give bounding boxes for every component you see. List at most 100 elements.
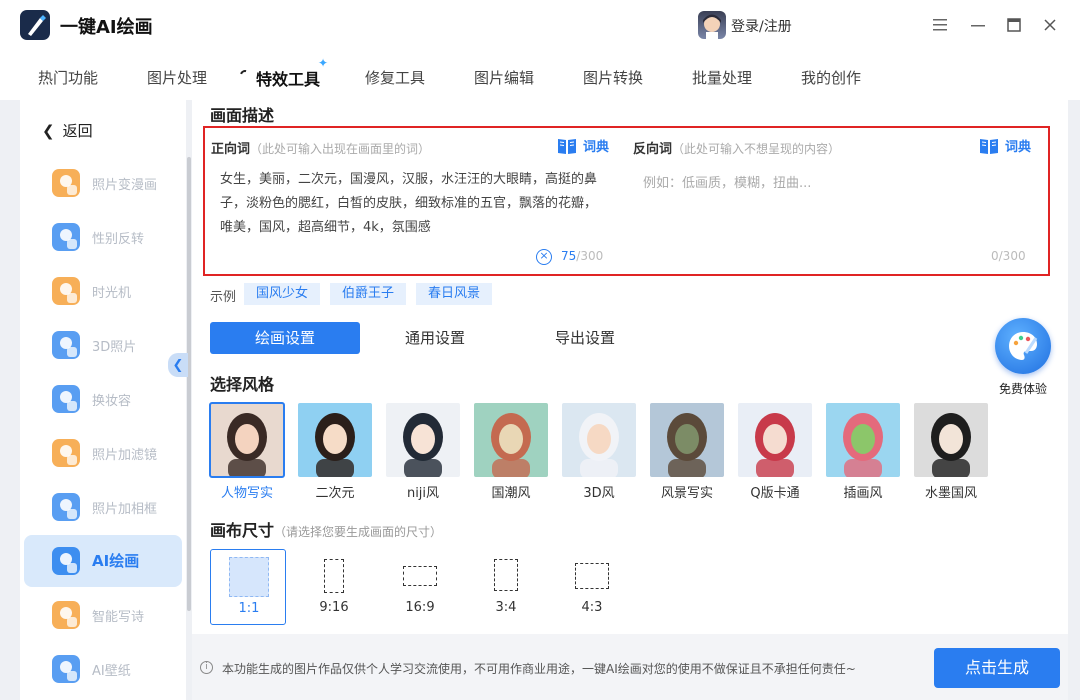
style-label: 二次元 xyxy=(315,486,355,501)
sidebar-item-label: AI绘画 xyxy=(92,552,140,570)
sidebar-item-label: 换妆容 xyxy=(92,394,132,409)
sidebar-item-frame[interactable]: 照片加相框 xyxy=(24,481,182,533)
tab-general-settings[interactable]: 通用设置 xyxy=(360,322,510,354)
book-icon xyxy=(980,138,998,154)
ratio-shape xyxy=(494,559,518,591)
positive-dict-button[interactable]: 词典 xyxy=(557,136,609,155)
style-title: 选择风格 xyxy=(210,375,275,394)
cartoon-icon xyxy=(52,169,80,197)
style-label: 插画风 xyxy=(843,486,883,501)
generate-button[interactable]: 点击生成 xyxy=(934,648,1060,688)
sidebar-item-filter[interactable]: 照片加滤镜 xyxy=(24,427,182,479)
positive-prompt-input[interactable]: 女生，美丽，二次元，国漫风，汉服，水汪汪的大眼睛，高挺的鼻子，淡粉色的腮红，白皙… xyxy=(220,168,605,240)
style-label: 人物写实 xyxy=(220,486,273,501)
canvas-title-text: 画布尺寸 xyxy=(210,521,275,540)
example-chip[interactable]: 国风少女 xyxy=(244,283,321,305)
example-chip[interactable]: 春日风景 xyxy=(416,283,493,305)
tab-image-convert[interactable]: 图片转换 xyxy=(583,67,643,88)
ratio-option[interactable]: 4:3 xyxy=(554,549,630,625)
ratio-option[interactable]: 1:1 xyxy=(210,549,286,625)
hamburger-icon[interactable] xyxy=(928,13,952,37)
clear-icon[interactable]: × xyxy=(536,249,552,265)
ratio-option[interactable]: 16:9 xyxy=(382,549,458,625)
ratio-shape xyxy=(229,557,269,597)
style-option[interactable]: 二次元 xyxy=(298,403,372,501)
free-trial-label: 免费体验 xyxy=(998,382,1047,396)
sidebar-item-poem[interactable]: 智能写诗 xyxy=(24,589,182,641)
paint-palette-icon xyxy=(995,318,1051,374)
minimize-icon[interactable] xyxy=(966,13,990,37)
chevron-left-icon: ❮ xyxy=(42,122,55,140)
sidebar-item-time-machine[interactable]: 时光机 xyxy=(24,265,182,317)
sidebar-item-3d-photo[interactable]: 3D照片 xyxy=(24,319,182,371)
sidebar-item-gender-swap[interactable]: 性别反转 xyxy=(24,211,182,263)
style-option[interactable]: 人物写实 xyxy=(209,402,285,501)
tab-batch[interactable]: 批量处理 xyxy=(692,67,752,88)
chevron-left-icon: ❮ xyxy=(172,357,184,373)
style-option[interactable]: 插画风 xyxy=(826,403,900,501)
style-option[interactable]: 水墨国风 xyxy=(914,403,988,501)
maximize-icon[interactable] xyxy=(1002,13,1026,37)
example-chip[interactable]: 伯爵王子 xyxy=(330,283,407,305)
prompt-box: 正向词（此处可输入出现在画面里的词） 词典 女生，美丽，二次元，国漫风，汉服，水… xyxy=(203,126,1050,276)
gender-swap-icon xyxy=(52,223,80,251)
style-thumbnail xyxy=(209,402,285,478)
makeup-icon xyxy=(52,385,80,413)
sidebar-item-label: 照片变漫画 xyxy=(92,178,158,193)
tab-repair[interactable]: 修复工具 xyxy=(365,67,425,88)
style-option[interactable]: Q版卡通 xyxy=(738,403,812,501)
tab-effects[interactable]: 特效工具 xyxy=(256,66,320,90)
style-thumbnail xyxy=(474,403,548,477)
ratio-label: 9:16 xyxy=(319,600,349,615)
negative-hint: （此处可输入不想呈现的内容） xyxy=(672,142,841,156)
tab-image-process[interactable]: 图片处理 xyxy=(147,67,207,88)
tab-paint-settings[interactable]: 绘画设置 xyxy=(210,322,360,354)
negative-prompt-input[interactable]: 例如：低画质，模糊，扭曲... xyxy=(643,172,811,191)
positive-count-value: 75 xyxy=(561,249,577,263)
back-button[interactable]: ❮ 返回 xyxy=(42,120,93,141)
sidebar-item-makeup[interactable]: 换妆容 xyxy=(24,373,182,425)
description-title: 画面描述 xyxy=(210,106,275,125)
ratio-option[interactable]: 3:4 xyxy=(468,549,544,625)
tab-hot[interactable]: 热门功能 xyxy=(38,67,98,88)
ratio-shape xyxy=(324,559,344,593)
sidebar-item-cartoon[interactable]: 照片变漫画 xyxy=(24,157,182,209)
sidebar-item-wallpaper[interactable]: AI壁纸 xyxy=(24,643,182,695)
negative-count: 0/300 xyxy=(991,249,1026,263)
canvas-title: 画布尺寸（请选择您要生成画面的尺寸） xyxy=(210,517,442,541)
sparkle-icon: ✦ xyxy=(318,56,329,70)
style-label: 风景写实 xyxy=(660,486,713,501)
positive-count: 75/300 xyxy=(561,249,603,263)
collapse-sidebar-button[interactable]: ❮ xyxy=(168,353,188,377)
tab-export-settings[interactable]: 导出设置 xyxy=(510,322,660,354)
tab-my-creations[interactable]: 我的创作 xyxy=(801,67,861,88)
canvas-hint: （请选择您要生成画面的尺寸） xyxy=(274,525,443,539)
style-option[interactable]: niji风 xyxy=(386,403,460,501)
close-icon[interactable] xyxy=(1038,13,1062,37)
positive-count-max: /300 xyxy=(576,249,604,263)
sidebar-scrollbar[interactable] xyxy=(187,157,191,611)
app-title: 一键AI绘画 xyxy=(60,17,153,38)
tab-image-edit[interactable]: 图片编辑 xyxy=(474,67,534,88)
free-trial-button[interactable]: 免费体验 xyxy=(993,318,1053,397)
ratio-option[interactable]: 9:16 xyxy=(296,549,372,625)
app-logo xyxy=(20,10,50,40)
login-link[interactable]: 登录/注册 xyxy=(731,16,792,36)
style-option[interactable]: 3D风 xyxy=(562,403,636,501)
sidebar-item-label: 时光机 xyxy=(92,286,132,301)
style-label: niji风 xyxy=(406,486,440,501)
sidebar-item-label: 性别反转 xyxy=(92,232,145,247)
negative-dict-button[interactable]: 词典 xyxy=(979,136,1031,155)
positive-dict-label: 词典 xyxy=(583,140,610,155)
style-thumbnail xyxy=(562,403,636,477)
avatar[interactable] xyxy=(698,11,726,39)
back-label: 返回 xyxy=(62,122,93,140)
sidebar-item-label: 照片加滤镜 xyxy=(92,448,158,463)
style-option[interactable]: 国潮风 xyxy=(474,403,548,501)
ratio-shape xyxy=(575,563,609,589)
poem-icon xyxy=(52,601,80,629)
sidebar-item-ai-paint[interactable]: AI绘画 xyxy=(24,535,182,587)
ratio-label: 3:4 xyxy=(495,600,517,615)
style-option[interactable]: 风景写实 xyxy=(650,403,724,501)
3d-photo-icon xyxy=(52,331,80,359)
